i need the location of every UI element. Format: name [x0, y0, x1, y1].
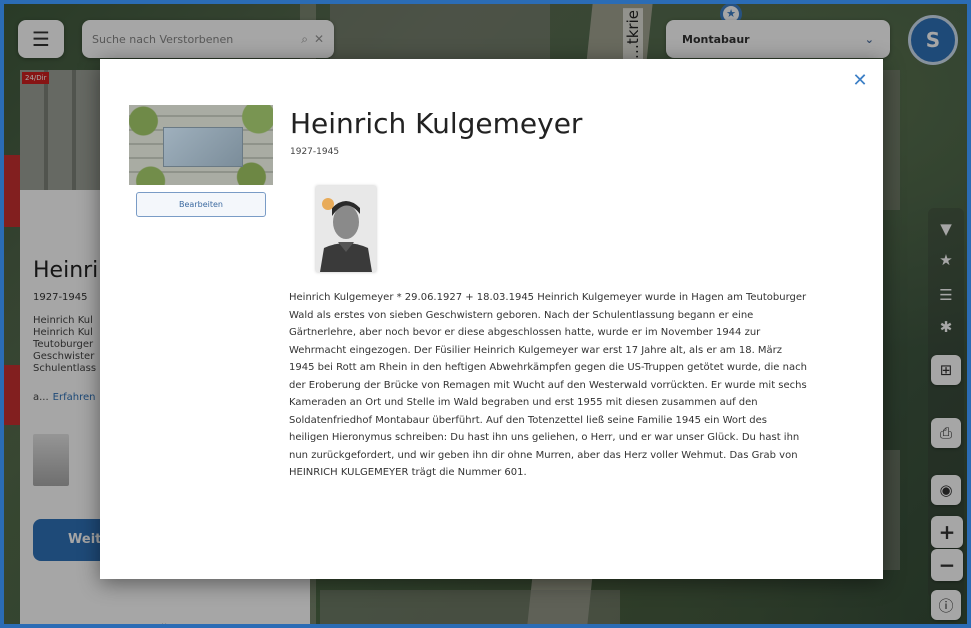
close-icon[interactable]: ✕ [851, 72, 869, 90]
person-detail-modal: ✕ Bearbeiten Heinrich Kulgemeyer 1927-19… [100, 59, 883, 579]
person-name: Heinrich Kulgemeyer [290, 107, 583, 140]
person-years: 1927-1945 [290, 147, 340, 157]
gravestone-image [129, 105, 273, 185]
person-biography: Heinrich Kulgemeyer * 29.06.1927 + 18.03… [289, 292, 807, 478]
edit-button[interactable]: Bearbeiten [136, 192, 266, 217]
person-portrait [316, 186, 376, 272]
